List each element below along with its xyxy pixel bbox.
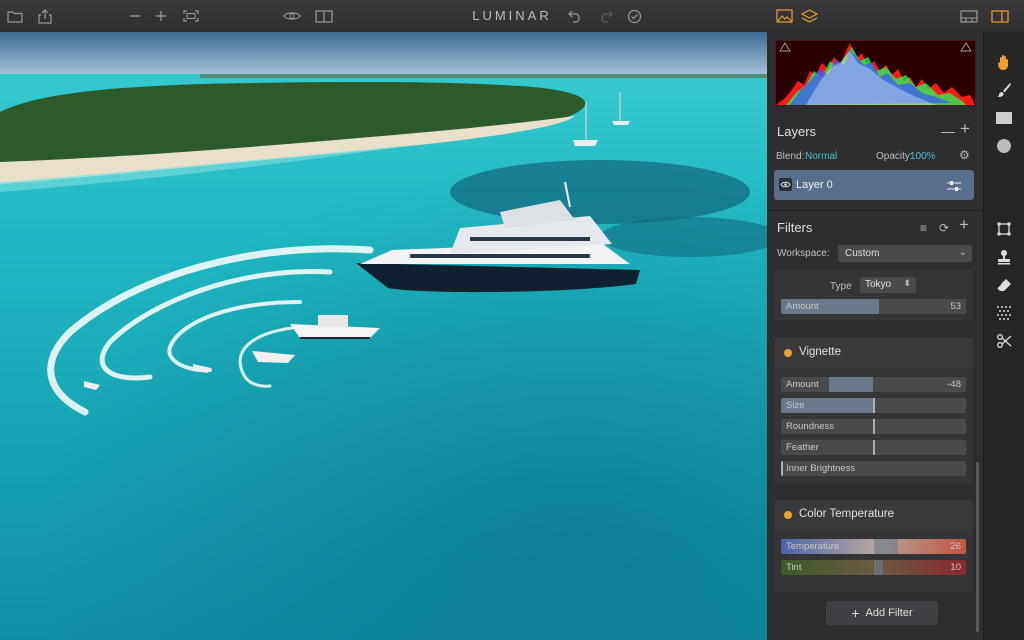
split-view-icon[interactable]: [313, 0, 335, 32]
image-view-icon[interactable]: [774, 0, 794, 32]
add-filter-button[interactable]: + Add Filter: [826, 601, 938, 625]
layers-title: Layers: [777, 124, 817, 139]
sidebar-toggle-icon[interactable]: [989, 0, 1011, 32]
redo-icon[interactable]: [596, 0, 614, 32]
remove-layer-button[interactable]: —: [941, 124, 955, 138]
blend-label: Blend:: [776, 151, 805, 162]
gradient-mask-icon[interactable]: [994, 108, 1014, 128]
hand-icon[interactable]: [994, 52, 1014, 72]
type-select[interactable]: Tokyo ⬍: [860, 277, 916, 293]
eraser-icon[interactable]: [994, 275, 1014, 295]
vignette-inner-brightness-slider[interactable]: Inner Brightness: [781, 461, 966, 476]
stepper-icon: ⬍: [903, 278, 911, 288]
add-filter-plus-button[interactable]: +: [959, 216, 969, 233]
blend-mode-value[interactable]: Normal: [805, 151, 837, 162]
temperature-slider[interactable]: Temperature 26: [781, 539, 966, 554]
minus-icon[interactable]: [126, 0, 144, 32]
crop-icon[interactable]: [994, 219, 1014, 239]
filter-list-icon[interactable]: ≡: [920, 221, 927, 235]
layer-row[interactable]: Layer 0: [774, 170, 974, 200]
color-temperature-filter-header[interactable]: Color Temperature: [775, 500, 973, 530]
photo-canvas[interactable]: [0, 32, 767, 640]
fit-screen-icon[interactable]: [181, 0, 201, 32]
tint-slider[interactable]: Tint 10: [781, 560, 966, 575]
filter-enabled-dot[interactable]: [784, 511, 792, 519]
workspace-label: Workspace:: [777, 248, 830, 259]
clone-stamp-icon[interactable]: [994, 247, 1014, 267]
layer-settings-gear-icon[interactable]: ⚙: [959, 148, 970, 162]
share-icon[interactable]: [36, 0, 54, 32]
workspace-select[interactable]: Custom ⌄: [838, 245, 972, 262]
filter-enabled-dot[interactable]: [784, 349, 792, 357]
refresh-icon[interactable]: ⟳: [939, 221, 949, 235]
right-panel: Layers — + Blend: Normal Opacity: 100% ⚙…: [767, 32, 983, 640]
vignette-feather-slider[interactable]: Feather: [781, 440, 966, 455]
vignette-amount-slider[interactable]: Amount -48: [781, 377, 966, 392]
filmstrip-layout-icon[interactable]: [958, 0, 980, 32]
noise-texture-icon[interactable]: [994, 303, 1014, 323]
chevron-down-icon: ⌄: [958, 247, 967, 258]
opacity-value[interactable]: 100%: [910, 151, 936, 162]
layer-name: Layer 0: [796, 179, 833, 191]
eye-icon[interactable]: [281, 0, 303, 32]
radial-mask-icon[interactable]: [994, 136, 1014, 156]
plus-icon: +: [851, 605, 860, 621]
color-temperature-title: Color Temperature: [799, 508, 895, 520]
vignette-title: Vignette: [799, 346, 841, 358]
undo-icon[interactable]: [566, 0, 584, 32]
add-filter-label: Add Filter: [865, 607, 913, 619]
filters-scrollbar[interactable]: [976, 462, 979, 632]
vignette-roundness-slider[interactable]: Roundness: [781, 419, 966, 434]
folder-icon[interactable]: [6, 0, 24, 32]
vignette-size-slider[interactable]: Size: [781, 398, 966, 413]
history-icon[interactable]: [625, 0, 643, 32]
type-value: Tokyo: [865, 279, 892, 290]
tool-strip: [983, 32, 1024, 640]
top-toolbar: LUMINAR: [0, 0, 1024, 33]
layers-view-icon[interactable]: [799, 0, 819, 32]
brush-icon[interactable]: [994, 80, 1014, 100]
filters-title: Filters: [777, 220, 813, 235]
workspace-value: Custom: [845, 248, 880, 259]
add-layer-button[interactable]: +: [960, 120, 970, 137]
histogram: [775, 40, 976, 106]
type-label: Type: [830, 281, 852, 292]
vignette-filter-header[interactable]: Vignette: [775, 338, 973, 368]
scissors-icon[interactable]: [994, 331, 1014, 351]
plus-icon[interactable]: [152, 0, 170, 32]
opacity-label: Opacity:: [876, 151, 913, 162]
layer-adjust-icon[interactable]: [946, 179, 962, 197]
amount-slider-top[interactable]: Amount 53: [781, 299, 966, 314]
eye-visibility-icon[interactable]: [779, 178, 792, 191]
